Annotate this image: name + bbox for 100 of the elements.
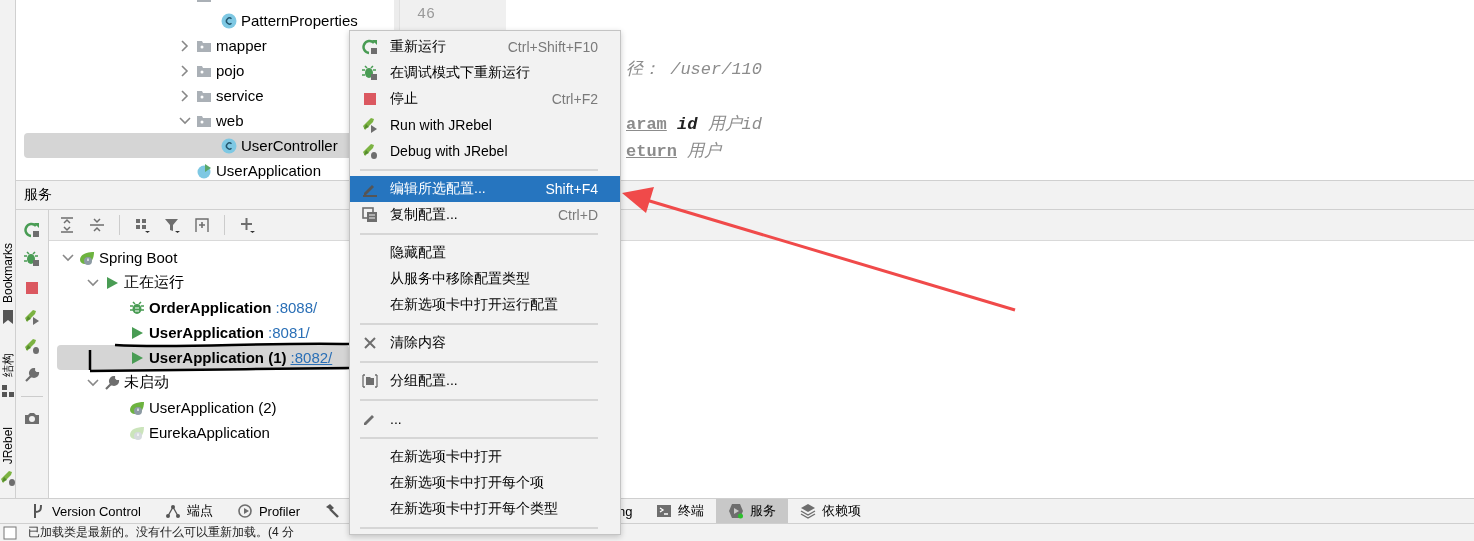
copy-icon: [362, 207, 378, 223]
class-icon: [221, 12, 237, 29]
filter-icon: [164, 217, 180, 233]
spring-icon: [129, 399, 145, 416]
item-label: UserApplication (1): [149, 349, 287, 366]
item-label: mapper: [216, 37, 267, 54]
wrench-icon: [24, 367, 40, 383]
tool-window-tab[interactable]: Profiler: [224, 499, 313, 523]
class-icon: [221, 137, 237, 154]
run-icon: [129, 349, 145, 366]
group-icon: [134, 217, 150, 233]
item-label: UserApplication: [216, 162, 322, 179]
menu-item[interactable]: 在新选项卡中打开每个项: [350, 470, 620, 496]
add-frame-icon: [194, 217, 210, 233]
run-icon: [129, 324, 145, 341]
line-number: 46: [417, 6, 435, 23]
item-label: UserController: [241, 137, 338, 154]
item-label: EurekaApplication: [149, 424, 270, 441]
menu-item[interactable]: 隐藏配置: [350, 240, 620, 266]
tool-window-tab[interactable]: 依赖项: [788, 499, 874, 523]
code-text: aram: [626, 115, 667, 134]
item-label: 未启动: [124, 373, 169, 392]
code-text: id: [676, 115, 698, 134]
rerun-icon: [362, 39, 378, 55]
port-link[interactable]: :8082/: [290, 349, 333, 366]
tool-window-tab[interactable]: 终端: [644, 499, 717, 523]
code-text: 径： /user/110: [626, 60, 763, 79]
checkbox-icon: [2, 524, 18, 541]
jrebel-run-icon: [362, 117, 378, 133]
menu-item[interactable]: 编辑所选配置... Shift+F4: [350, 176, 620, 202]
menu-item[interactable]: 在新选项卡中打开运行配置: [350, 292, 620, 318]
jrebel-run-icon: [24, 309, 40, 325]
code-text: 用户id: [706, 115, 763, 134]
hammer-icon: [324, 503, 341, 519]
item-label: service: [216, 87, 264, 104]
spring-icon: [79, 249, 95, 266]
tool-window-tab[interactable]: Version Control: [18, 499, 153, 523]
menu-item[interactable]: 清除内容: [350, 330, 620, 356]
stop-icon: [24, 280, 40, 296]
menu-item[interactable]: 分组配置...: [350, 368, 620, 394]
debug-rerun-icon: [362, 65, 378, 81]
jrebel-debug-icon: [362, 143, 378, 159]
jrebel-debug-icon: [24, 338, 40, 354]
run-icon: [104, 274, 120, 291]
menu-item[interactable]: 复制配置... Ctrl+D: [350, 202, 620, 228]
endpoints-icon: [164, 503, 181, 519]
item-label: pojo: [216, 62, 245, 79]
side-tab[interactable]: Bookmarks: [0, 243, 15, 304]
tree-item[interactable]: UserApplication (2): [57, 395, 349, 420]
menu-item[interactable]: 重新运行 Ctrl+Shift+F10: [350, 34, 620, 60]
tree-item[interactable]: Spring Boot: [57, 245, 349, 270]
group-icon: [362, 373, 378, 389]
expand-all-icon: [59, 217, 75, 233]
add-icon: [239, 217, 255, 233]
side-tab[interactable]: JRebel: [0, 427, 15, 465]
spring-dim-icon: [129, 424, 145, 441]
item-label: Spring Boot: [99, 249, 178, 266]
camera-icon: [24, 410, 40, 426]
panel-title: 服务: [24, 186, 52, 204]
port-link[interactable]: :8088/: [275, 299, 318, 316]
services-icon: [728, 503, 745, 519]
item-label: OrderApplication: [149, 299, 272, 316]
tool-window-tab[interactable]: 服务: [716, 499, 789, 523]
tree-item[interactable]: PatternProperties: [24, 8, 394, 33]
tree-item[interactable]: 正在运行: [57, 270, 349, 295]
code-text: eturn: [626, 142, 677, 161]
menu-item[interactable]: 在调试模式下重新运行: [350, 60, 620, 86]
menu-item[interactable]: 从服务中移除配置类型: [350, 266, 620, 292]
tree-item[interactable]: EurekaApplication: [57, 420, 349, 445]
tree-item[interactable]: OrderApplication :8088/: [57, 295, 349, 320]
status-text: 已加载类是最新的。没有什么可以重新加载。(4 分: [28, 524, 294, 541]
debug-rerun-icon: [24, 251, 40, 267]
item-label: UserApplication: [149, 324, 265, 341]
structure-icon: [0, 383, 16, 400]
item-label: web: [216, 112, 244, 129]
profiler-icon: [236, 503, 253, 519]
side-tab[interactable]: 结构: [0, 353, 15, 378]
class-icon: [196, 162, 212, 179]
stop-icon: [362, 91, 378, 107]
menu-item[interactable]: 停止 Ctrl+F2: [350, 86, 620, 112]
item-label: PatternProperties: [241, 12, 358, 29]
bookmark-icon: [0, 309, 16, 326]
rerun-icon: [24, 222, 40, 238]
item-label: 正在运行: [124, 273, 184, 292]
tool-window-tab[interactable]: 端点: [152, 499, 225, 523]
menu-item[interactable]: ...: [350, 406, 620, 432]
tree-item[interactable]: UserApplication :8081/: [57, 320, 349, 345]
menu-item[interactable]: 在新选项卡中打开每个类型: [350, 496, 620, 522]
port-link[interactable]: :8081/: [268, 324, 310, 341]
code-text: 用户: [686, 142, 722, 161]
debug-icon: [129, 299, 145, 316]
menu-item[interactable]: 在新选项卡中打开: [350, 444, 620, 470]
collapse-all-icon: [89, 217, 105, 233]
clear-icon: [362, 335, 378, 351]
jrebel-icon: [0, 470, 16, 487]
layers-icon: [800, 503, 817, 519]
tree-item[interactable]: 未启动: [57, 370, 349, 395]
item-label: UserApplication (2): [149, 399, 277, 416]
wrench-icon: [104, 374, 120, 391]
terminal-icon: [656, 503, 673, 519]
